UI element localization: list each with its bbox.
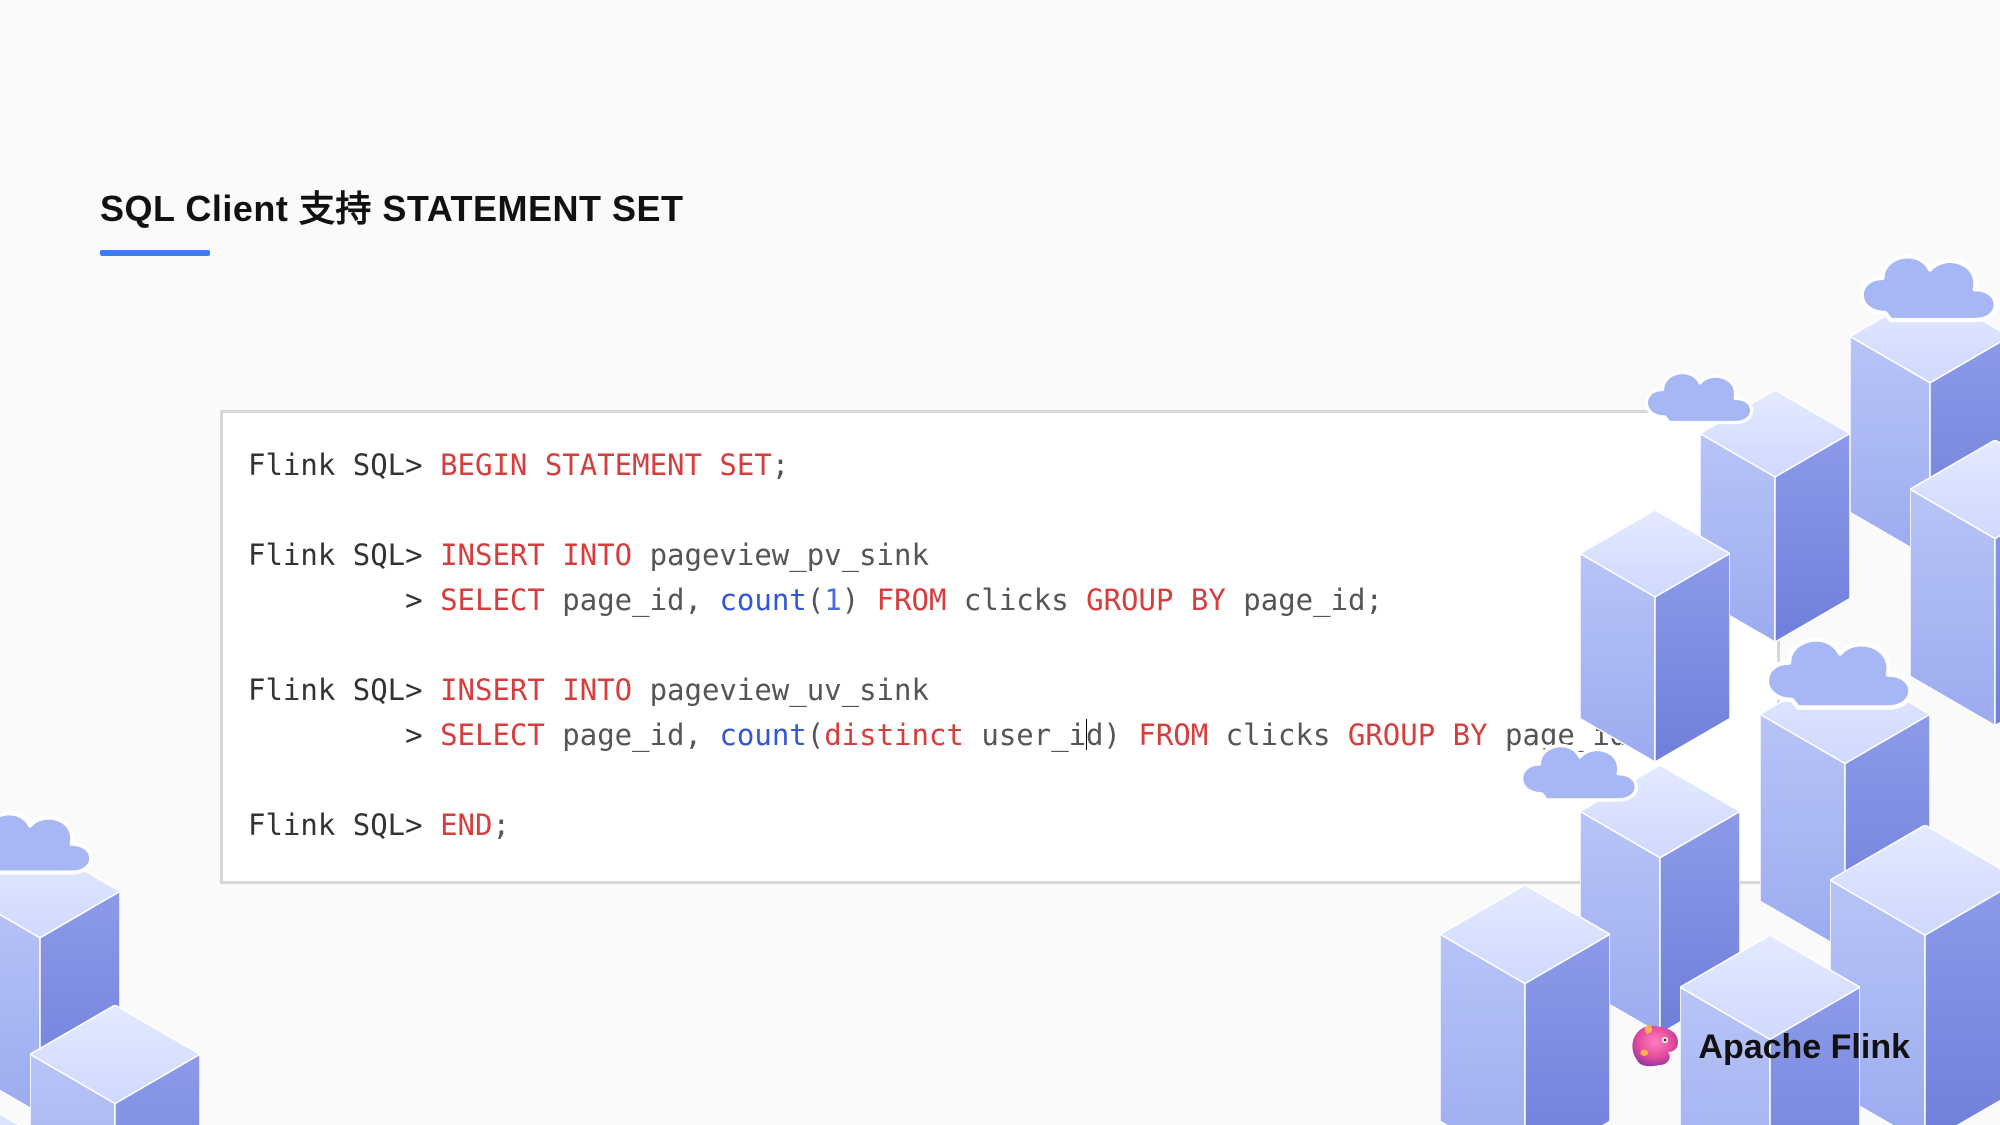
- code-token: FROM: [1138, 718, 1208, 752]
- iso-cube: [0, 1085, 30, 1125]
- iso-cube: [1850, 290, 2000, 559]
- code-token: clicks: [1208, 718, 1348, 752]
- prompt: Flink SQL>: [248, 673, 440, 707]
- prompt: Flink SQL>: [248, 538, 440, 572]
- code-line: > SELECT page_id, count(distinct user_id…: [248, 713, 1752, 758]
- slide-title: SQL Client 支持 STATEMENT SET: [100, 180, 684, 232]
- code-line: Flink SQL> INSERT INTO pageview_uv_sink: [248, 668, 1752, 713]
- code-token: page_id,: [545, 718, 720, 752]
- iso-cube: [1760, 665, 1930, 951]
- iso-cube: [1830, 825, 2000, 1125]
- code-token: FROM: [877, 583, 947, 617]
- code-token: INSERT INTO: [440, 538, 632, 572]
- flink-logo-icon: [1628, 1020, 1682, 1075]
- code-token: distinct: [824, 718, 964, 752]
- code-token: ;: [492, 808, 509, 842]
- code-line: [248, 488, 1752, 533]
- cloud-icon: [0, 795, 108, 886]
- title-underline: [100, 250, 210, 256]
- cloud-icon: [1846, 236, 2000, 334]
- code-line: Flink SQL> BEGIN STATEMENT SET;: [248, 443, 1752, 488]
- prompt: Flink SQL>: [248, 448, 440, 482]
- footer-label: Apache Flink: [1698, 1028, 1910, 1067]
- text-caret: [1086, 719, 1087, 751]
- code-block: Flink SQL> BEGIN STATEMENT SET; Flink SQ…: [220, 410, 1780, 884]
- code-line: Flink SQL> INSERT INTO pageview_pv_sink: [248, 533, 1752, 578]
- code-token: ): [842, 583, 877, 617]
- slide-title-block: SQL Client 支持 STATEMENT SET: [100, 180, 684, 256]
- prompt: >: [248, 718, 440, 752]
- code-token: pageview_uv_sink: [632, 673, 929, 707]
- prompt: Flink SQL>: [248, 808, 440, 842]
- code-token: d): [1086, 718, 1138, 752]
- iso-cube: [30, 1005, 200, 1125]
- code-token: END: [440, 808, 492, 842]
- code-line: > SELECT page_id, count(1) FROM clicks G…: [248, 578, 1752, 623]
- code-token: SELECT: [440, 718, 545, 752]
- code-token: (: [807, 718, 824, 752]
- code-token: page_id,: [545, 583, 720, 617]
- footer: Apache Flink: [1628, 1020, 1910, 1075]
- code-token: 1: [824, 583, 841, 617]
- code-token: pageview_pv_sink: [632, 538, 929, 572]
- code-line: [248, 623, 1752, 668]
- code-token: user_i: [964, 718, 1086, 752]
- code-token: GROUP BY: [1348, 718, 1488, 752]
- code-token: clicks: [946, 583, 1086, 617]
- iso-cube: [1910, 440, 2000, 726]
- code-token: ;: [772, 448, 789, 482]
- iso-cube: [1440, 885, 1610, 1125]
- code-token: SELECT: [440, 583, 545, 617]
- code-token: BEGIN STATEMENT SET: [440, 448, 772, 482]
- code-token: count: [719, 583, 806, 617]
- code-token: GROUP BY: [1086, 583, 1226, 617]
- prompt: >: [248, 583, 440, 617]
- code-token: page_id;: [1226, 583, 1383, 617]
- code-token: (: [807, 583, 824, 617]
- code-token: count: [719, 718, 806, 752]
- code-token: INSERT INTO: [440, 673, 632, 707]
- iso-cube: [0, 845, 120, 1114]
- code-line: Flink SQL> END;: [248, 803, 1752, 848]
- code-token: page_id;: [1488, 718, 1645, 752]
- code-line: [248, 758, 1752, 803]
